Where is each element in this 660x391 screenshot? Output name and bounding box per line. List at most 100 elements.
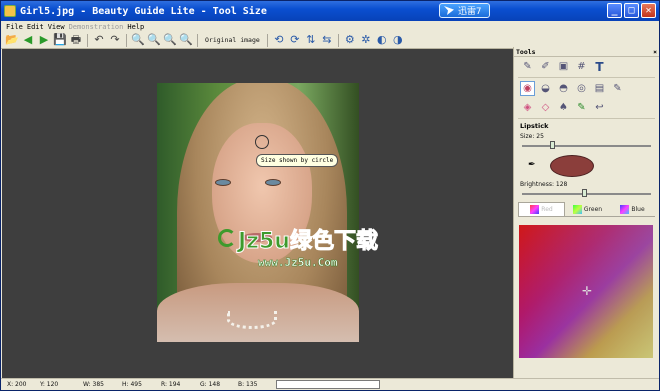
- zoom-icon[interactable]: 🔍: [131, 33, 145, 47]
- size-slider[interactable]: [520, 141, 653, 150]
- back-arrow-icon[interactable]: ◀: [21, 33, 35, 47]
- flip-horizontal-icon[interactable]: ⇆: [320, 33, 334, 47]
- eyeliner-tool-icon[interactable]: ✎: [610, 81, 625, 96]
- brightness-slider-thumb[interactable]: [582, 189, 588, 197]
- panel-divider: [518, 118, 655, 119]
- menu-help[interactable]: Help: [127, 23, 144, 31]
- maximize-button[interactable]: □: [624, 3, 639, 18]
- blush-tool-icon[interactable]: ◒: [538, 81, 553, 96]
- size-tooltip: Size shown by circle: [256, 154, 339, 167]
- xunlei-button[interactable]: 迅雷7: [439, 3, 491, 18]
- menu-file[interactable]: File: [6, 23, 23, 31]
- tools-panel: Tools × ✎ ✐ ▣ # T ◉ ◒ ◓ ◎ ▤ ✎ ◈ ◇ ♠ ✎ ↩ …: [513, 47, 659, 378]
- tab-red[interactable]: Red: [518, 202, 565, 216]
- color-picker-field[interactable]: ✛: [519, 225, 653, 358]
- tab-red-label: Red: [541, 206, 553, 213]
- lipstick-color-swatch[interactable]: [550, 155, 594, 177]
- half-circle-icon[interactable]: ◑: [391, 33, 405, 47]
- progress-bar: [276, 380, 380, 389]
- minimize-button[interactable]: _: [607, 3, 622, 18]
- color-tabs: Red Green Blue: [518, 202, 655, 217]
- forward-arrow-icon[interactable]: ▶: [37, 33, 51, 47]
- grid-tool-icon[interactable]: #: [574, 59, 589, 74]
- size-slider-thumb[interactable]: [550, 141, 555, 149]
- watermark-url: www.Jz5u.Com: [258, 256, 338, 269]
- lipstick-tool-icon[interactable]: ◉: [520, 81, 535, 96]
- tab-green-label: Green: [583, 205, 603, 213]
- status-bar: X: 200 Y: 120 W: 385 H: 495 R: 194 G: 14…: [1, 378, 659, 390]
- status-g: G: 148: [200, 381, 221, 388]
- xunlei-label: 迅雷7: [458, 7, 482, 17]
- tool-row-1: ✎ ✐ ▣ # T: [514, 57, 659, 76]
- image-canvas[interactable]: Size shown by circle Jz5u绿色下载 www.Jz5u.C…: [2, 49, 513, 378]
- save-icon[interactable]: 💾: [53, 33, 67, 47]
- menu-edit[interactable]: Edit: [27, 23, 44, 31]
- contrast-icon[interactable]: ◐: [375, 33, 389, 47]
- text-tool-icon[interactable]: T: [592, 59, 607, 74]
- lipstick-section-title: Lipstick: [520, 122, 549, 130]
- menu-demonstration[interactable]: Demonstration: [69, 23, 124, 31]
- eyeshadow-tool-icon[interactable]: ▤: [592, 81, 607, 96]
- tab-green[interactable]: Green: [565, 202, 610, 216]
- return-arrow-icon[interactable]: ↩: [592, 100, 607, 115]
- brightness-label: Brightness: 128: [520, 181, 568, 188]
- title-bar[interactable]: Girl5.jpg - Beauty Guide Lite - Tool Siz…: [1, 1, 659, 21]
- menu-view[interactable]: View: [48, 23, 65, 31]
- watermark: Jz5u绿色下载 www.Jz5u.Com: [218, 223, 428, 275]
- panel-divider: [518, 77, 655, 78]
- xunlei-bird-icon: [444, 6, 454, 15]
- zoom-in-icon[interactable]: 🔍: [147, 33, 161, 47]
- foundation-tool-icon[interactable]: ◓: [556, 81, 571, 96]
- status-r: R: 194: [161, 381, 181, 388]
- zoom-fit-icon[interactable]: 🔍: [179, 33, 193, 47]
- crop-tool-icon[interactable]: ▣: [556, 59, 571, 74]
- watermark-main-text: Jz5u绿色下载: [238, 229, 379, 255]
- tool-row-3: ◈ ◇ ♠ ✎ ↩: [514, 98, 659, 117]
- status-y: Y: 120: [40, 381, 59, 388]
- eraser-tool-icon[interactable]: ◈: [520, 100, 535, 115]
- tools-panel-close-icon[interactable]: ×: [653, 48, 657, 56]
- stamp-tool-icon[interactable]: ✎: [574, 100, 589, 115]
- tab-blue[interactable]: Blue: [610, 202, 655, 216]
- crosshair-icon: ✛: [581, 284, 593, 298]
- tools-panel-title: Tools: [516, 48, 536, 56]
- status-h: H: 495: [122, 381, 142, 388]
- settings-icon[interactable]: ⚙: [343, 33, 357, 47]
- pencil-tool-icon[interactable]: ✎: [520, 59, 535, 74]
- eyedropper-icon[interactable]: ✒: [528, 161, 536, 170]
- size-slider-track: [522, 145, 651, 147]
- right-eye: [265, 179, 281, 186]
- original-image-button[interactable]: Original image: [202, 33, 263, 47]
- menu-bar: File Edit View Demonstration Help: [1, 21, 659, 32]
- tool-row-2: ◉ ◒ ◓ ◎ ▤ ✎: [514, 79, 659, 98]
- zoom-out-icon[interactable]: 🔍: [163, 33, 177, 47]
- rotate-left-icon[interactable]: ⟲: [272, 33, 286, 47]
- app-window: Girl5.jpg - Beauty Guide Lite - Tool Siz…: [0, 0, 660, 391]
- undo-icon[interactable]: ↶: [92, 33, 106, 47]
- size-label: Size: 25: [520, 133, 544, 140]
- open-icon[interactable]: 📂: [5, 33, 19, 47]
- status-w: W: 385: [83, 381, 104, 388]
- flip-vertical-icon[interactable]: ⇅: [304, 33, 318, 47]
- toolbar-separator: [337, 33, 339, 47]
- brush-size-circle: [255, 135, 269, 149]
- gear-icon[interactable]: ✲: [359, 33, 373, 47]
- watermark-swirl-icon: [218, 229, 236, 247]
- green-gem-icon: [572, 204, 582, 214]
- brush-tool-icon[interactable]: ✐: [538, 59, 553, 74]
- status-b: B: 135: [238, 381, 258, 388]
- toolbar-separator: [266, 33, 268, 47]
- eye-tool-icon[interactable]: ◎: [574, 81, 589, 96]
- clone-tool-icon[interactable]: ♠: [556, 100, 571, 115]
- close-button[interactable]: ✕: [641, 3, 656, 18]
- brightness-slider[interactable]: [520, 189, 653, 198]
- blue-gem-icon: [620, 204, 630, 214]
- left-eye: [215, 179, 231, 186]
- smooth-tool-icon[interactable]: ◇: [538, 100, 553, 115]
- toolbar-separator: [197, 33, 198, 47]
- rotate-right-icon[interactable]: ⟳: [288, 33, 302, 47]
- portrait-photo[interactable]: Size shown by circle: [157, 83, 359, 342]
- red-gem-icon: [530, 205, 540, 214]
- redo-icon[interactable]: ↷: [108, 33, 122, 47]
- print-icon[interactable]: 🖶: [69, 33, 83, 47]
